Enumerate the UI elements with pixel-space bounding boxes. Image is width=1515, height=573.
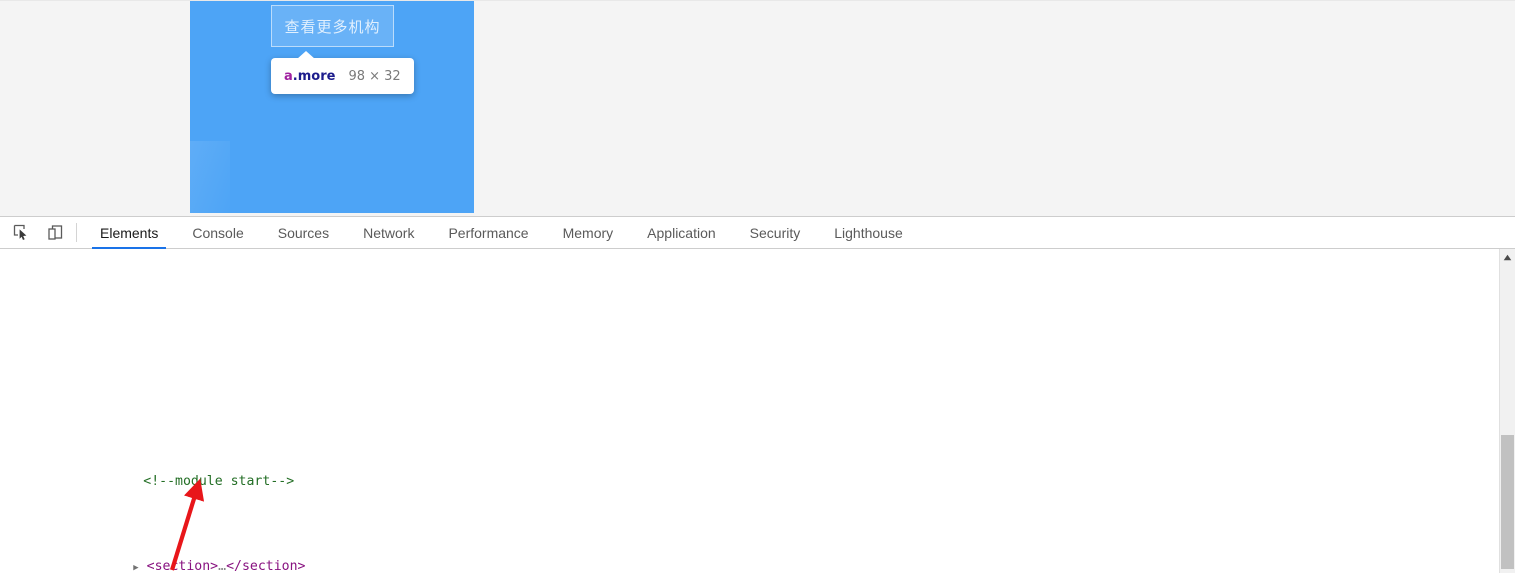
tooltip-selector: a.more <box>284 69 335 84</box>
dom-tree-scrollarea[interactable]: <!--feature end--> <!--module start--> ▶… <box>0 249 1499 573</box>
tab-label: Network <box>363 224 415 241</box>
devtools-screenshot: 查看更多机构 a.more 98 × 32 Elements Console S… <box>0 0 1515 573</box>
tab-label: Console <box>192 224 244 241</box>
tab-network[interactable]: Network <box>346 217 431 248</box>
tab-lighthouse[interactable]: Lighthouse <box>817 217 920 248</box>
element-info-tooltip: a.more 98 × 32 <box>271 51 414 94</box>
devtools-tabs: Elements Console Sources Network Perform… <box>83 217 920 249</box>
tab-label: Performance <box>448 224 529 241</box>
tab-console[interactable]: Console <box>175 217 260 248</box>
scrollbar-thumb[interactable] <box>1501 435 1514 569</box>
tab-application[interactable]: Application <box>630 217 733 248</box>
inspect-element-icon[interactable] <box>8 221 34 245</box>
tab-label: Application <box>647 224 716 241</box>
scroll-up-arrow-icon[interactable] <box>1500 249 1515 266</box>
tab-performance[interactable]: Performance <box>431 217 545 248</box>
tooltip-arrow-icon <box>297 51 315 59</box>
tab-label: Lighthouse <box>834 224 903 241</box>
devtools-toolbar: Elements Console Sources Network Perform… <box>0 217 1515 249</box>
dom-tree-pane: <!--feature end--> <!--module start--> ▶… <box>0 249 1515 573</box>
highlighted-element-overlay[interactable]: 查看更多机构 <box>271 5 394 47</box>
dom-line-clipped[interactable]: <!--feature end--> <box>0 334 1499 343</box>
device-toolbar-icon[interactable] <box>42 221 68 245</box>
devtools-panel: Elements Console Sources Network Perform… <box>0 216 1515 573</box>
dom-line-module-start[interactable]: <!--module start--> <box>0 407 1499 489</box>
tooltip-dimensions: 98 × 32 <box>348 68 401 84</box>
tab-label: Elements <box>100 224 159 241</box>
comment-token: <!--module start--> <box>143 473 295 489</box>
tab-sources[interactable]: Sources <box>261 217 346 248</box>
toolbar-divider <box>76 223 77 242</box>
tab-label: Memory <box>562 224 614 241</box>
tab-elements[interactable]: Elements <box>83 217 175 249</box>
devtools-toolbar-icons <box>0 217 74 248</box>
tab-memory[interactable]: Memory <box>546 217 631 248</box>
more-link-label: 查看更多机构 <box>284 17 381 36</box>
tab-label: Sources <box>277 224 330 241</box>
tooltip-tag-name: a <box>284 68 293 84</box>
dom-tree-scrollbar[interactable] <box>1499 249 1515 573</box>
page-viewport: 查看更多机构 a.more 98 × 32 <box>0 0 1515 216</box>
tab-security[interactable]: Security <box>733 217 818 248</box>
dom-line-section-collapsed[interactable]: ▶ <section>…</section> <box>0 492 1499 573</box>
tooltip-class-name: .more <box>292 68 336 84</box>
tab-label: Security <box>749 224 801 241</box>
blue-panel-highlight <box>190 141 230 216</box>
